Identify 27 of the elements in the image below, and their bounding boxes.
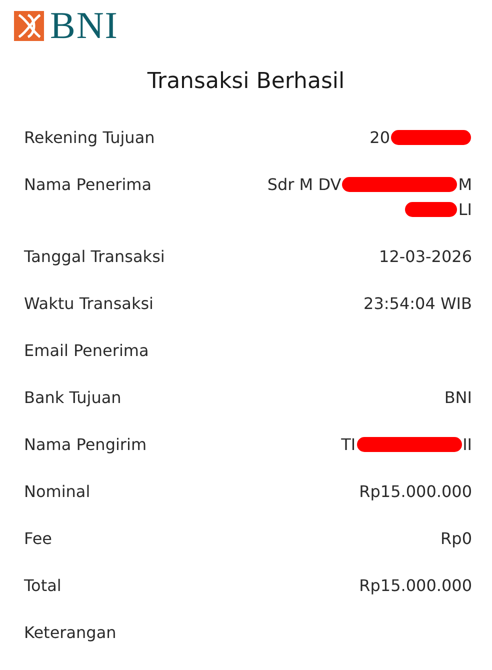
field-value: M: [458, 174, 472, 196]
field-label: Waktu Transaksi: [24, 293, 154, 315]
field-value: Rp15.000.000: [359, 481, 472, 503]
field-label: Fee: [24, 528, 52, 550]
field-label: Nama Penerima: [24, 174, 152, 196]
receipt-title: Transaksi Berhasil: [146, 68, 346, 96]
field-value: 20: [370, 127, 390, 149]
field-label: Email Penerima: [24, 340, 149, 362]
field-value: 23:54:04 WIB: [364, 293, 472, 315]
field-label: Bank Tujuan: [24, 387, 122, 409]
field-label: Rekening Tujuan: [24, 127, 155, 149]
field-value: TI: [341, 434, 356, 456]
redaction-mark: [405, 202, 458, 217]
field-label: Nominal: [24, 481, 90, 503]
field-label: Total: [24, 575, 62, 597]
field-value: LI: [458, 199, 472, 221]
field-value: Rp15.000.000: [359, 575, 472, 597]
field-label: Nama Pengirim: [24, 434, 147, 456]
field-value: BNI: [444, 387, 472, 409]
logo-icon: [14, 11, 44, 41]
field-value: II: [462, 434, 472, 456]
field-value: 12-03-2026: [379, 246, 472, 268]
field-value: Sdr M DV: [267, 174, 342, 196]
field-label: Keterangan: [24, 622, 116, 644]
field-value: Rp0: [440, 528, 472, 550]
brand-name: BNI: [50, 10, 118, 42]
field-label: Tanggal Transaksi: [24, 246, 165, 268]
